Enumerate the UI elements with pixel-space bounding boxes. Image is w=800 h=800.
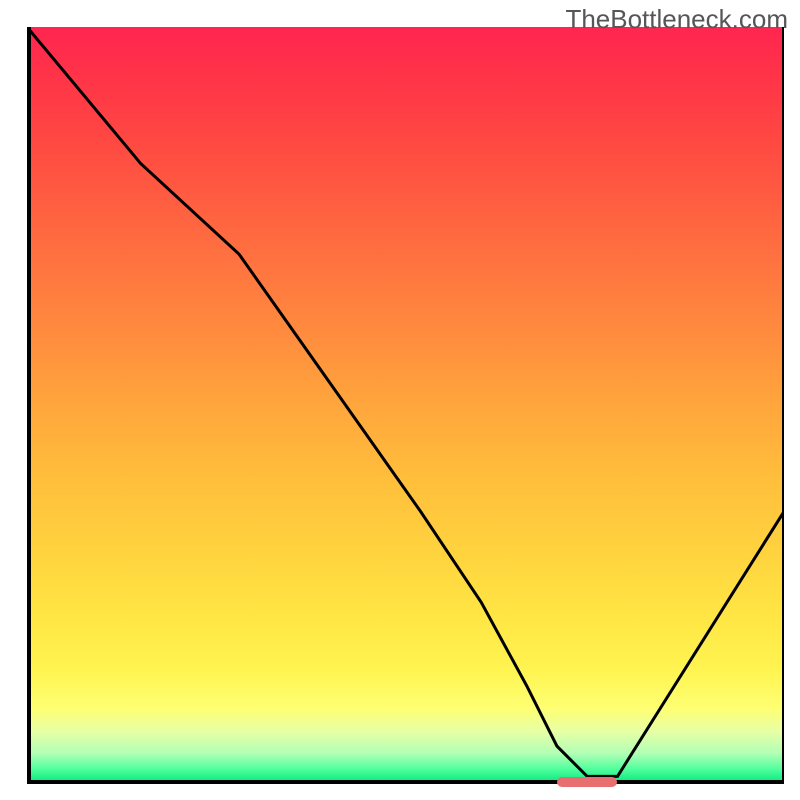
optimal-range-marker xyxy=(557,777,618,787)
watermark-text: TheBottleneck.com xyxy=(565,4,788,35)
chart-background-gradient xyxy=(27,27,784,784)
